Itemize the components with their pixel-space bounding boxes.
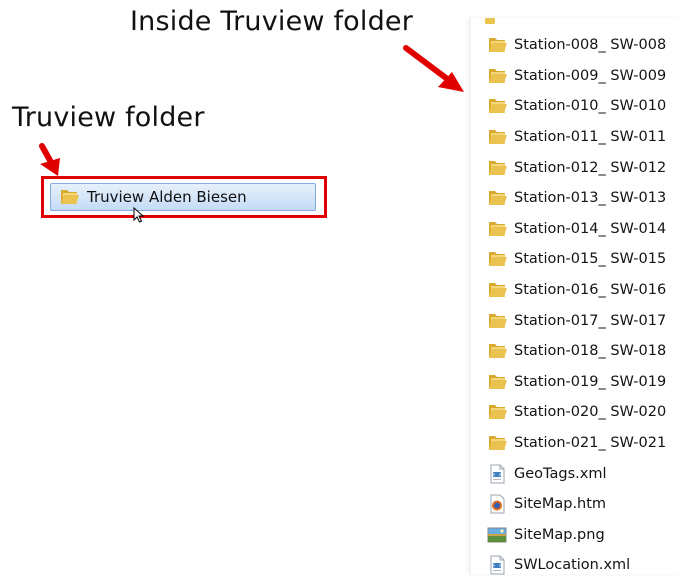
file-list-item[interactable]: Station-009_ SW-009 [471,61,666,92]
folder-icon [489,374,507,389]
file-list-item[interactable]: Station-015_ SW-015 [471,244,666,275]
file-label: Station-019_ SW-019 [514,373,667,390]
inside-truview-callout: Inside Truview folder [130,6,414,37]
file-label: Station-011_ SW-011 [514,129,667,146]
folder-icon [489,38,507,53]
folder-icon [489,130,507,145]
file-label: Station-018_ SW-018 [514,343,667,360]
file-label: Station-008_ SW-008 [514,37,667,54]
file-list-item[interactable]: GeoTags.xml [471,458,666,489]
red-arrow-icon [39,143,60,176]
file-label: SiteMap.htm [514,496,607,513]
file-list-item[interactable]: Station-011_ SW-011 [471,122,666,153]
folder-icon [489,313,507,328]
file-list-item[interactable]: Station-019_ SW-019 [471,367,666,398]
folder-icon [489,405,507,420]
file-list: Station-008_ SW-008 Station-009_ SW-009 … [471,30,666,581]
xml-file-icon [490,555,505,575]
folder-icon [489,160,507,175]
truview-folder-callout: Truview folder [12,102,205,133]
file-list-item[interactable]: SiteMap.png [471,520,666,551]
file-label: Station-009_ SW-009 [514,67,667,84]
file-list-item[interactable]: Station-014_ SW-014 [471,214,666,245]
file-list-item[interactable]: SiteMap.htm [471,489,666,520]
folder-icon [489,221,507,236]
file-list-panel: Station-008_ SW-008 Station-009_ SW-009 … [470,18,680,575]
folder-icon [485,18,495,24]
file-label: Station-020_ SW-020 [514,404,667,421]
truview-folder-item[interactable]: Truview Alden Biesen [50,183,316,211]
folder-icon [489,252,507,267]
file-list-item[interactable]: Station-012_ SW-012 [471,152,666,183]
file-label: SiteMap.png [514,526,605,543]
folder-icon [489,436,507,451]
htm-file-icon [490,494,505,514]
file-list-item[interactable]: Station-010_ SW-010 [471,91,666,122]
file-list-item[interactable]: SWLocation.xml [471,550,666,581]
red-arrow-icon [403,45,464,92]
file-list-item[interactable]: Station-021_ SW-021 [471,428,666,459]
file-list-item[interactable]: Station-018_ SW-018 [471,336,666,367]
file-label: Station-012_ SW-012 [514,159,667,176]
file-label: Station-014_ SW-014 [514,220,667,237]
file-label: Station-013_ SW-013 [514,190,667,207]
file-label: Station-017_ SW-017 [514,312,667,329]
file-list-item[interactable]: Station-017_ SW-017 [471,305,666,336]
folder-icon [489,191,507,206]
folder-icon [61,190,79,204]
file-label: Station-015_ SW-015 [514,251,667,268]
folder-label: Truview Alden Biesen [87,188,247,206]
file-list-item[interactable]: Station-020_ SW-020 [471,397,666,428]
file-label: Station-021_ SW-021 [514,435,667,452]
file-list-item[interactable]: Station-008_ SW-008 [471,30,666,61]
png-file-icon [487,527,507,543]
file-label: SWLocation.xml [514,557,631,574]
file-label: Station-016_ SW-016 [514,282,667,299]
mouse-cursor-icon [133,207,145,223]
folder-icon [489,344,507,359]
folder-icon [489,283,507,298]
xml-file-icon [490,464,505,484]
file-label: Station-010_ SW-010 [514,98,667,115]
file-label: GeoTags.xml [514,465,607,482]
file-list-item[interactable]: Station-016_ SW-016 [471,275,666,306]
file-list-item[interactable]: Station-013_ SW-013 [471,183,666,214]
folder-icon [489,68,507,83]
folder-icon [489,99,507,114]
